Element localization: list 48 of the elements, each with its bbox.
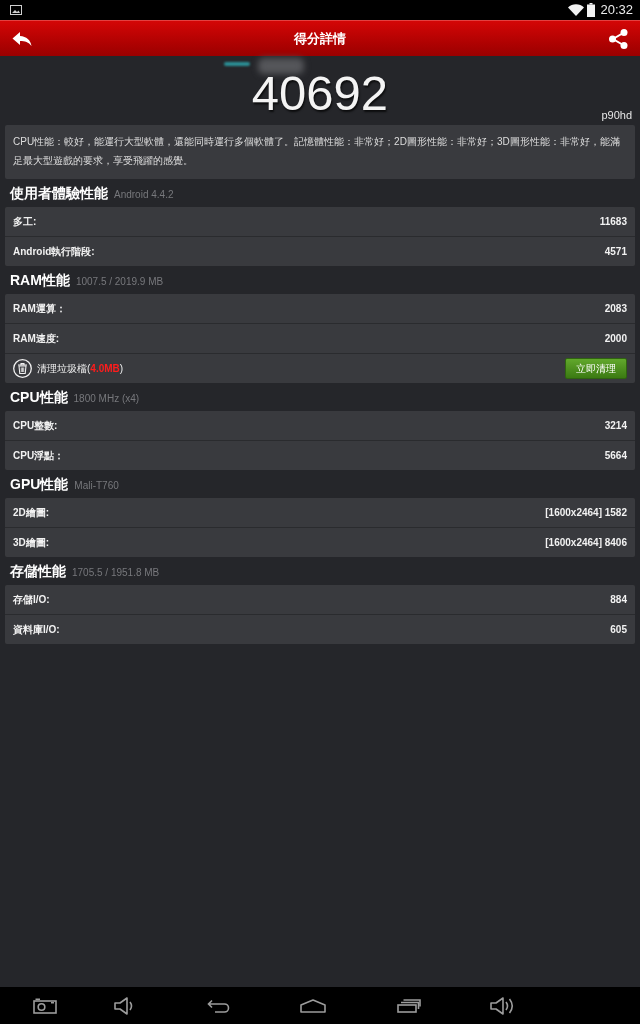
row-label: 多工: <box>13 215 37 229</box>
row-value: 3214 <box>604 419 627 433</box>
row-label: 3D繪圖: <box>13 536 50 550</box>
section-title: CPU性能 <box>10 388 68 406</box>
score-value: 40692 <box>251 66 389 120</box>
row-label: 資料庫I/O: <box>13 623 60 637</box>
row-label: RAM速度: <box>13 332 60 346</box>
row-value: 884 <box>610 593 627 607</box>
section-title: RAM性能 <box>10 271 70 289</box>
trash-icon <box>13 359 32 378</box>
row-value: 5664 <box>604 449 627 463</box>
row-value: [1600x2464] 8406 <box>545 536 627 550</box>
page-title: 得分詳情 <box>294 29 346 48</box>
battery-icon <box>587 3 596 17</box>
recents-icon[interactable] <box>397 998 421 1013</box>
image-icon <box>10 5 22 15</box>
row-value: 605 <box>610 623 627 637</box>
status-time: 20:32 <box>600 1 633 19</box>
section-subtitle: Mali-T760 <box>74 479 119 493</box>
row-label: CPU整數: <box>13 419 58 433</box>
clean-label: 清理垃圾檔(4.0MB) <box>37 362 124 376</box>
device-name: p90hd <box>601 109 632 122</box>
row-value: [1600x2464] 1582 <box>545 506 627 520</box>
section-title: 使用者體驗性能 <box>10 184 108 202</box>
camera-icon[interactable] <box>33 997 57 1014</box>
row-label: 存儲I/O: <box>13 593 50 607</box>
row-value: 2000 <box>604 332 627 346</box>
section-subtitle: 1705.5 / 1951.8 MB <box>72 566 160 580</box>
back-icon[interactable] <box>207 998 230 1013</box>
home-icon[interactable] <box>300 998 326 1013</box>
row-label: Android執行階段: <box>13 245 95 259</box>
section-title: GPU性能 <box>10 475 69 493</box>
row-label: RAM運算： <box>13 302 66 316</box>
wifi-icon <box>568 4 585 16</box>
row-label: 2D繪圖: <box>13 506 50 520</box>
share-icon[interactable] <box>609 28 628 49</box>
clean-button[interactable]: 立即清理 <box>565 358 627 379</box>
section-title: 存儲性能 <box>10 562 66 580</box>
row-value: 4571 <box>604 245 627 259</box>
section-subtitle: 1800 MHz (x4) <box>73 392 140 406</box>
row-label: CPU浮點： <box>13 449 65 463</box>
section-subtitle: Android 4.4.2 <box>114 188 174 202</box>
summary-text: CPU性能：較好，能運行大型軟體，還能同時運行多個軟體了。記憶體性能：非常好；2D圖形性能：非常好；3D圖形性能：非常好，能滿足最大型遊戲的要求，享受飛躍的感覺。 <box>13 135 621 168</box>
back-icon[interactable] <box>12 30 32 47</box>
volume-high-icon[interactable] <box>490 996 516 1015</box>
row-value: 2083 <box>604 302 627 316</box>
section-subtitle: 1007.5 / 2019.9 MB <box>75 275 164 289</box>
row-value: 11683 <box>599 215 627 229</box>
